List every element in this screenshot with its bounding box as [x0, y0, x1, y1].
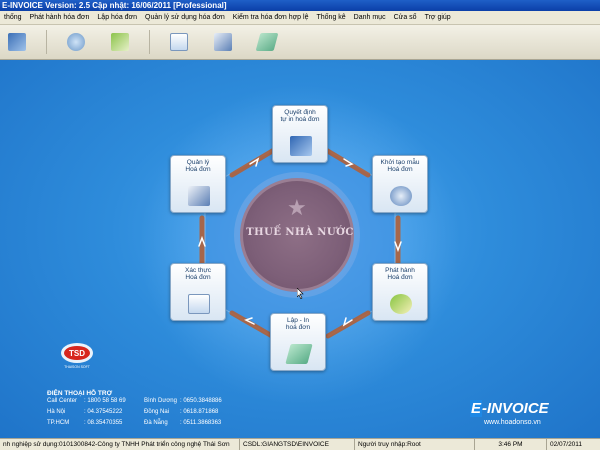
- status-bar: nh nghiệp sử dụng:0101300842-Công ty TNH…: [0, 438, 600, 450]
- book-exit-icon: [8, 33, 26, 51]
- node-label: Phát hành Hoá đơn: [385, 267, 415, 281]
- document-print-icon: [214, 33, 232, 51]
- invoice-issue-icon: [390, 294, 412, 314]
- contact-phone: : 0618.871868: [180, 409, 219, 415]
- node-manage-invoice[interactable]: Quản lý Hoá đơn: [170, 155, 226, 213]
- window-title: E-INVOICE Version: 2.5 Cập nhật: 16/06/2…: [0, 0, 600, 11]
- tsd-logo: TSD THAISON SOFT: [61, 343, 93, 369]
- main-dashboard: ★ THUẾ NHÀ NƯỚC Quyết định tự in hoá đơn…: [0, 60, 600, 438]
- contact-name: Call Center: [47, 398, 78, 404]
- contact-name: Hà Nội: [47, 409, 66, 415]
- toolbar-button-invoice-stack[interactable]: [252, 28, 282, 56]
- node-label: Xác thực Hoá đơn: [184, 267, 212, 281]
- einvoice-brand: E-INVOICE: [470, 400, 549, 417]
- document-print-icon: [188, 186, 210, 206]
- id-card-icon: [170, 33, 188, 51]
- id-card-icon: [188, 294, 210, 314]
- status-user: Người truy nhập:Root: [355, 439, 475, 450]
- node-label: Khởi tạo mẫu Hoá đơn: [380, 159, 420, 173]
- contact-name: Bình Dương: [144, 398, 177, 404]
- brand-name: -INVOICE: [482, 400, 549, 417]
- node-label: Quản lý Hoá đơn: [185, 159, 211, 173]
- toolbar-separator: [149, 30, 150, 54]
- node-issue-invoice[interactable]: Phát hành Hoá đơn: [372, 263, 428, 321]
- toolbar-separator: [46, 30, 47, 54]
- emblem-label: THUẾ NHÀ NƯỚC: [246, 227, 354, 238]
- system-settings-icon: [67, 33, 85, 51]
- node-create-print-invoice[interactable]: Lập - In hoá đơn: [270, 313, 326, 371]
- toolbar-button-settings[interactable]: [61, 28, 91, 56]
- contact-phone: : 0650.3848886: [180, 398, 222, 404]
- toolbar-button-exit[interactable]: [2, 28, 32, 56]
- menu-catalog[interactable]: Danh mục: [350, 14, 390, 21]
- contact-phone: : 08.35470355: [84, 420, 123, 426]
- menu-system[interactable]: thống: [0, 14, 26, 21]
- invoice-stack-icon: [285, 344, 313, 364]
- contact-name: Đà Nẵng: [144, 420, 168, 426]
- node-create-template[interactable]: Khởi tạo mẫu Hoá đơn: [372, 155, 428, 213]
- status-date: 02/07/2011: [550, 441, 583, 448]
- menu-issue-invoice[interactable]: Phát hành hóa đơn: [26, 14, 94, 21]
- mouse-cursor-icon: [297, 288, 304, 299]
- book-exit-icon: [290, 136, 312, 156]
- contact-phone: : 0511.3868363: [180, 420, 222, 426]
- brand-prefix: E: [470, 400, 483, 417]
- node-decision-self-print[interactable]: Quyết định tự in hoá đơn: [272, 105, 328, 163]
- node-label: Lập - In hoá đơn: [285, 317, 311, 331]
- status-company: nh nghiệp sử dụng:0101300842-Công ty TNH…: [0, 439, 240, 450]
- create-invoice-icon: [111, 33, 129, 51]
- contact-phone: : 04.37545222: [84, 409, 123, 415]
- toolbar: [0, 25, 600, 60]
- toolbar-button-print[interactable]: [208, 28, 238, 56]
- menu-bar: thống Phát hành hóa đơn Lập hóa đơn Quản…: [0, 11, 600, 25]
- invoice-stack-icon: [255, 33, 279, 51]
- logo-subtext: THAISON SOFT: [64, 365, 91, 369]
- contact-name: Đồng Nai: [144, 409, 170, 415]
- support-title: ĐIỆN THOẠI HỖ TRỢ: [47, 390, 113, 397]
- menu-create-invoice[interactable]: Lập hóa đơn: [93, 14, 141, 21]
- contact-phone: : 1800 58 58 69: [84, 398, 126, 404]
- logo-text: TSD: [69, 349, 85, 358]
- contact-name: TP.HCM: [47, 420, 70, 426]
- toolbar-button-create-invoice[interactable]: [105, 28, 135, 56]
- menu-verify-invoice[interactable]: Kiểm tra hóa đơn hợp lệ: [229, 14, 313, 21]
- gear-icon: [390, 186, 412, 206]
- menu-window[interactable]: Cửa sổ: [390, 14, 421, 21]
- status-time: 3:46 PM: [475, 439, 547, 450]
- tax-emblem: ★ THUẾ NHÀ NƯỚC: [240, 178, 354, 292]
- menu-manage-invoice-usage[interactable]: Quản lý sử dụng hóa đơn: [141, 14, 229, 21]
- node-verify-invoice[interactable]: Xác thực Hoá đơn: [170, 263, 226, 321]
- menu-help[interactable]: Trợ giúp: [421, 14, 455, 21]
- menu-statistics[interactable]: Thống kê: [312, 14, 349, 21]
- brand-url: www.hoadonso.vn: [484, 419, 541, 426]
- star-icon: ★: [287, 195, 307, 220]
- toolbar-button-verify[interactable]: [164, 28, 194, 56]
- node-label: Quyết định tự in hoá đơn: [280, 109, 320, 123]
- status-database: CSDL:GIANGTSD\EINVOICE: [240, 439, 355, 450]
